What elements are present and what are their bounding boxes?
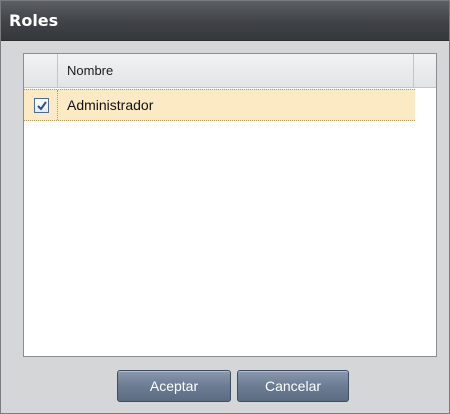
roles-dialog: Roles Nombre Administrador Aceptar Cance… [0,0,450,414]
grid-header: Nombre [24,54,436,88]
cancel-button[interactable]: Cancelar [237,370,349,402]
row-name: Administrador [67,97,154,113]
column-header-filler [415,54,436,87]
accept-button[interactable]: Aceptar [117,370,231,402]
row-checkbox-cell[interactable] [24,90,58,120]
column-header-label: Nombre [67,63,114,78]
table-row[interactable]: Administrador [24,89,415,121]
roles-grid: Nombre Administrador [23,53,437,357]
dialog-title: Roles [9,11,59,30]
titlebar[interactable]: Roles [1,1,449,41]
checkmark-icon [37,101,47,111]
column-header-checkbox[interactable] [24,54,58,87]
column-header-nombre[interactable]: Nombre [59,54,414,87]
row-checkbox[interactable] [34,98,49,113]
